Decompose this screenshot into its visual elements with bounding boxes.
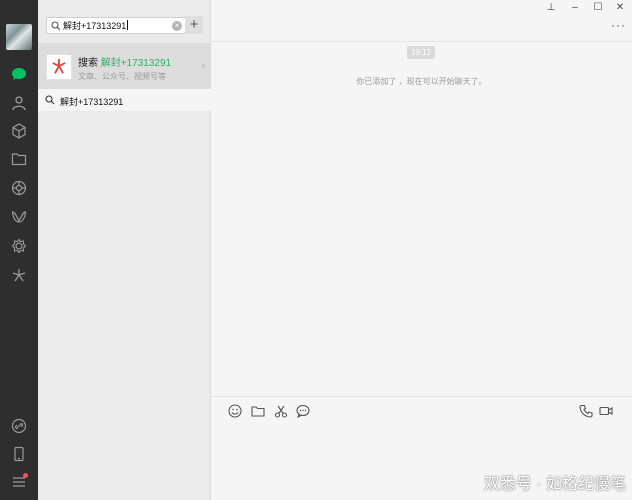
folder-icon[interactable] <box>251 404 265 418</box>
discover-icon[interactable] <box>9 265 29 285</box>
search-logo-icon <box>46 54 72 80</box>
search-value: 解封+17313291 <box>63 20 129 31</box>
search-panel: 解封+17313291 × + 搜索 解封+17313291 文章、公众号、视频… <box>38 0 211 500</box>
text-caret <box>127 20 129 30</box>
emoji-icon[interactable] <box>228 404 242 418</box>
scissors-icon[interactable] <box>274 404 288 418</box>
chevron-right-icon: › <box>201 60 205 72</box>
link-icon[interactable] <box>9 416 29 436</box>
message-timestamp: 19:12 <box>407 46 435 59</box>
menu-icon[interactable] <box>9 472 29 492</box>
favorites-icon[interactable] <box>9 121 29 141</box>
more-options-button[interactable]: ··· <box>611 18 626 32</box>
minimize-button[interactable]: – <box>568 2 582 13</box>
files-icon[interactable] <box>9 149 29 169</box>
search-icon <box>51 21 61 31</box>
composer-divider <box>211 396 632 397</box>
icon-sidebar <box>0 0 38 500</box>
pin-button[interactable]: ⊥ <box>544 2 558 13</box>
chat-panel: ⊥ – ☐ ✕ ··· 19:12 你已添加了 ，现在可以开始聊天了。 双悉号 … <box>211 0 632 500</box>
header-divider <box>211 41 632 42</box>
maximize-button[interactable]: ☐ <box>591 2 605 13</box>
result-subtitle: 文章、公众号、视频号等 <box>78 72 166 81</box>
contacts-icon[interactable] <box>9 93 29 113</box>
search-web-result[interactable]: 搜索 解封+17313291 文章、公众号、视频号等 › <box>38 43 211 89</box>
search-query-suggestion[interactable]: 解封+17313291 <box>38 89 211 111</box>
query-text: 解封+17313291 <box>60 97 124 107</box>
speech-icon[interactable] <box>296 404 310 419</box>
channels-icon[interactable] <box>9 207 29 227</box>
clear-search-button[interactable]: × <box>172 21 182 31</box>
mini-programs-icon[interactable] <box>9 236 29 256</box>
system-message: 你已添加了 ，现在可以开始聊天了。 <box>356 77 487 86</box>
voice-call-icon[interactable] <box>579 404 593 418</box>
wechat-window: 解封+17313291 × + 搜索 解封+17313291 文章、公众号、视频… <box>0 0 632 500</box>
moments-icon[interactable] <box>9 178 29 198</box>
watermark: 双悉号 · 如格纪慢笔 <box>483 476 626 493</box>
result-title-highlight: 解封+17313291 <box>100 58 172 69</box>
add-contact-button[interactable]: + <box>185 16 203 34</box>
notification-badge <box>23 473 28 478</box>
close-button[interactable]: ✕ <box>613 2 627 13</box>
avatar[interactable] <box>6 24 32 50</box>
search-icon <box>45 95 55 105</box>
chat-icon[interactable] <box>9 64 29 84</box>
search-input[interactable]: 解封+17313291 × <box>46 17 186 34</box>
phone-icon[interactable] <box>9 444 29 464</box>
video-call-icon[interactable] <box>599 404 613 418</box>
result-title: 搜索 解封+17313291 <box>78 58 172 69</box>
